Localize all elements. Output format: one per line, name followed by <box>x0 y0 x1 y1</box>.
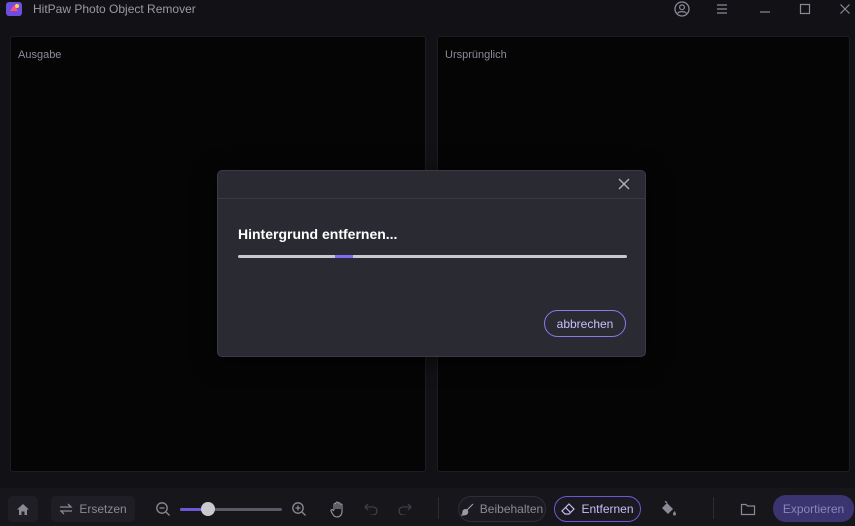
original-panel-label: Ursprünglich <box>445 49 507 61</box>
keep-button-label: Beibehalten <box>479 502 544 516</box>
home-button[interactable] <box>8 496 38 522</box>
dialog-close-icon[interactable] <box>618 178 630 190</box>
swap-arrows-icon <box>59 503 73 515</box>
paint-bucket-icon[interactable] <box>658 499 678 519</box>
user-circle-icon[interactable] <box>673 0 691 18</box>
folder-icon[interactable] <box>738 500 758 518</box>
toolbar-divider-right <box>713 497 714 519</box>
export-button-label: Exportieren <box>782 501 845 516</box>
redo-icon[interactable] <box>396 501 414 517</box>
keep-button[interactable]: Beibehalten <box>458 496 546 522</box>
replace-button[interactable]: Ersetzen <box>51 496 135 522</box>
cancel-button[interactable]: abbrechen <box>544 310 626 337</box>
title-bar: HitPaw Photo Object Remover <box>0 0 855 20</box>
close-icon[interactable] <box>838 0 852 18</box>
dialog-title: Hintergrund entfernen... <box>238 226 398 242</box>
toolbar-divider <box>438 497 439 519</box>
replace-button-label: Ersetzen <box>79 502 127 516</box>
progress-bar <box>238 255 627 258</box>
hamburger-menu-icon[interactable] <box>715 0 729 18</box>
progress-bar-indicator <box>335 255 354 258</box>
zoom-slider[interactable] <box>180 502 282 516</box>
undo-icon[interactable] <box>362 501 380 517</box>
eraser-icon <box>561 503 576 515</box>
maximize-icon[interactable] <box>798 0 812 18</box>
home-icon <box>17 503 29 515</box>
hand-pan-icon[interactable] <box>328 499 346 519</box>
zoom-slider-handle[interactable] <box>200 502 215 516</box>
remove-button[interactable]: Entfernen <box>554 496 641 522</box>
zoom-in-icon[interactable] <box>290 500 308 518</box>
remove-button-label: Entfernen <box>581 502 634 516</box>
export-button[interactable]: Exportieren <box>773 495 854 522</box>
progress-dialog: Hintergrund entfernen... abbrechen <box>217 170 646 357</box>
dialog-header <box>218 171 645 199</box>
brush-icon <box>460 503 474 516</box>
minimize-icon[interactable] <box>758 0 772 18</box>
app-window: HitPaw Photo Object Remover Ausgabe Ursp… <box>0 0 855 526</box>
app-logo-icon <box>6 2 22 16</box>
output-panel-label: Ausgabe <box>18 49 62 61</box>
zoom-out-icon[interactable] <box>154 500 172 518</box>
app-title: HitPaw Photo Object Remover <box>33 2 196 16</box>
